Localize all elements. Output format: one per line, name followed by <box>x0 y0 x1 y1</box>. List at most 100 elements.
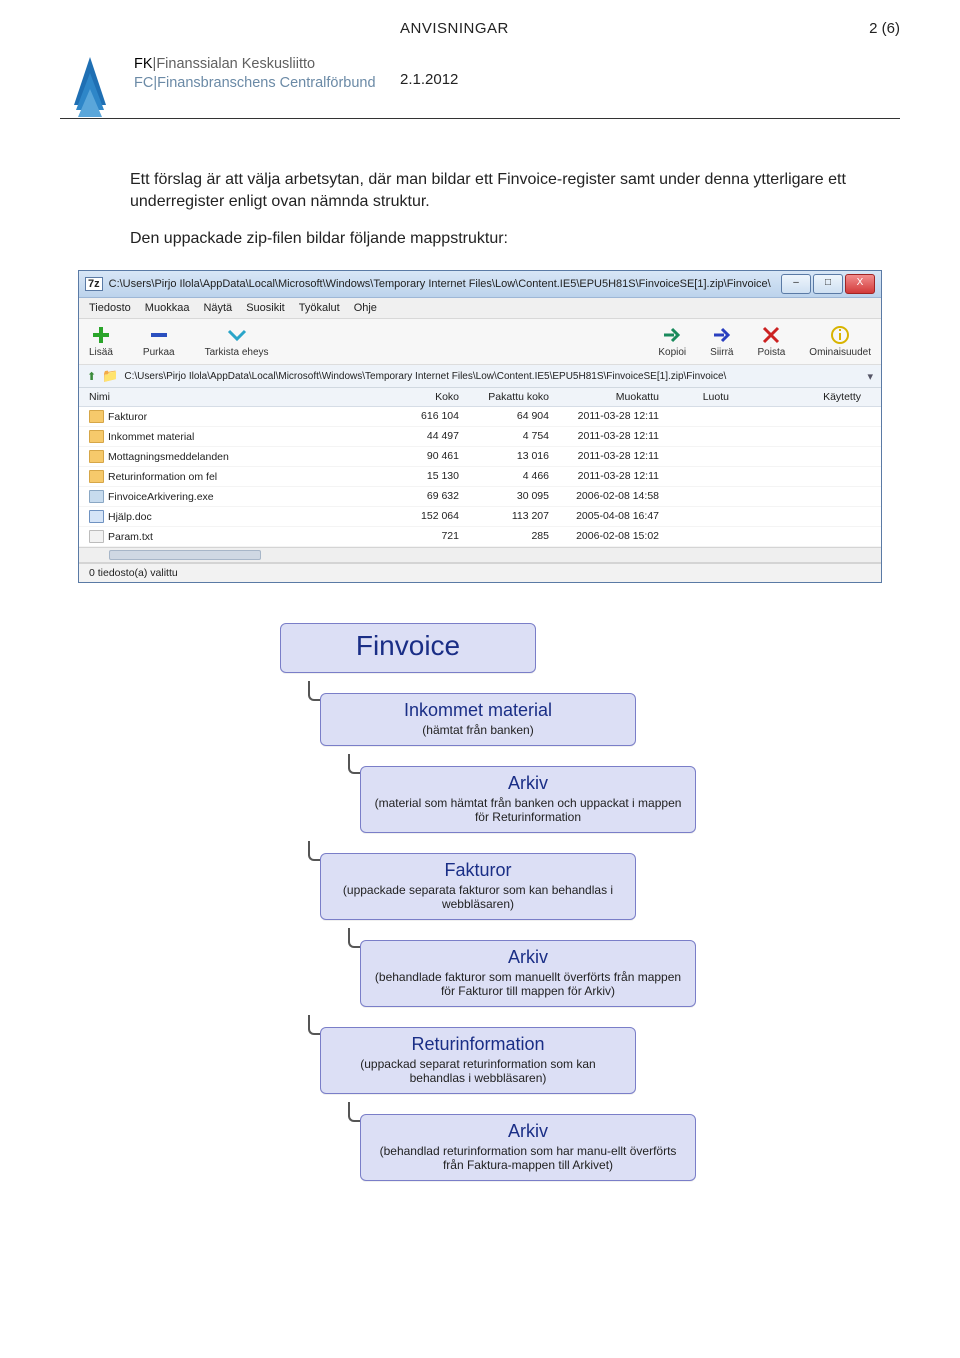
diagram-inkommet: Inkommet material (hämtat från banken) <box>320 693 636 746</box>
diagram-root: Finvoice <box>280 623 536 673</box>
menu-edit[interactable]: Muokkaa <box>145 302 190 314</box>
file-created <box>669 470 739 483</box>
logo-fk-text: Finanssialan Keskusliitto <box>156 56 315 72</box>
file-modified: 2006-02-08 14:58 <box>559 490 669 503</box>
col-modified[interactable]: Muokattu <box>559 391 669 403</box>
doc-header-title: ANVISNINGAR <box>400 20 509 37</box>
window-titlebar[interactable]: 7z C:\Users\Pirjo Ilola\AppData\Local\Mi… <box>79 271 881 298</box>
delete-button[interactable]: Poista <box>758 325 786 358</box>
test-button[interactable]: Tarkista eheys <box>205 325 269 358</box>
diagram-fakturor-arkiv: Arkiv (behandlade fakturor som manuellt … <box>360 940 696 1007</box>
address-bar[interactable]: ⬆ 📁 C:\Users\Pirjo Ilola\AppData\Local\M… <box>79 365 881 388</box>
col-accessed[interactable]: Käytetty <box>739 391 871 403</box>
file-packed-size: 4 754 <box>469 430 559 443</box>
menu-favorites[interactable]: Suosikit <box>246 302 285 314</box>
app-icon: 7z <box>85 277 103 291</box>
file-created <box>669 430 739 443</box>
diagram-node-title: Arkiv <box>373 1121 683 1142</box>
file-accessed <box>739 430 871 443</box>
file-packed-size: 13 016 <box>469 450 559 463</box>
diagram-node-sub: (material som hämtat från banken och upp… <box>373 796 683 824</box>
file-row[interactable]: Inkommet material44 4974 7542011-03-28 1… <box>79 427 881 447</box>
file-packed-size: 113 207 <box>469 510 559 523</box>
file-row[interactable]: Param.txt7212852006-02-08 15:02 <box>79 527 881 547</box>
menu-file[interactable]: Tiedosto <box>89 302 131 314</box>
diagram-root-title: Finvoice <box>293 630 523 662</box>
tool-label: Lisää <box>89 347 113 358</box>
test-icon <box>227 325 247 345</box>
copy-button[interactable]: Kopioi <box>658 325 686 358</box>
file-row[interactable]: Fakturor616 10464 9042011-03-28 12:11 <box>79 407 881 427</box>
file-name: Mottagningsmeddelanden <box>108 451 239 463</box>
tool-label: Siirrä <box>710 347 733 358</box>
address-text: C:\Users\Pirjo Ilola\AppData\Local\Micro… <box>124 371 861 382</box>
file-modified: 2005-04-08 16:47 <box>559 510 669 523</box>
col-name[interactable]: Nimi <box>89 391 389 403</box>
file-packed-size: 30 095 <box>469 490 559 503</box>
file-packed-size: 64 904 <box>469 410 559 423</box>
header-divider <box>60 118 900 119</box>
file-accessed <box>739 530 871 543</box>
file-created <box>669 450 739 463</box>
exe-icon <box>89 490 104 503</box>
file-created <box>669 510 739 523</box>
doc-icon <box>89 510 104 523</box>
window-minimize-button[interactable]: – <box>781 274 811 294</box>
file-accessed <box>739 510 871 523</box>
dropdown-icon[interactable]: ▾ <box>867 370 873 383</box>
diagram-node-sub: (behandlad returinformation som har manu… <box>373 1144 683 1172</box>
org-logo-block: FK|Finanssialan Keskusliitto FC|Finansbr… <box>60 55 900 133</box>
file-modified: 2006-02-08 15:02 <box>559 530 669 543</box>
diagram-node-title: Inkommet material <box>333 700 623 721</box>
file-accessed <box>739 450 871 463</box>
file-accessed <box>739 470 871 483</box>
window-maximize-button[interactable]: □ <box>813 274 843 294</box>
delete-icon <box>761 325 781 345</box>
status-bar: 0 tiedosto(a) valittu <box>79 563 881 582</box>
column-headers[interactable]: Nimi Koko Pakattu koko Muokattu Luotu Kä… <box>79 388 881 407</box>
diagram-node-sub: (behandlade fakturor som manuellt överfö… <box>373 970 683 998</box>
window-title-path: C:\Users\Pirjo Ilola\AppData\Local\Micro… <box>109 278 775 290</box>
window-close-button[interactable]: X <box>845 274 875 294</box>
file-row[interactable]: Returinformation om fel15 1304 4662011-0… <box>79 467 881 487</box>
tool-label: Tarkista eheys <box>205 347 269 358</box>
col-packed[interactable]: Pakattu koko <box>469 391 559 403</box>
file-size: 721 <box>389 530 469 543</box>
diagram-node-title: Returinformation <box>333 1034 623 1055</box>
file-created <box>669 490 739 503</box>
up-icon[interactable]: ⬆ <box>87 370 96 383</box>
file-row[interactable]: FinvoiceArkivering.exe69 63230 0952006-0… <box>79 487 881 507</box>
copy-icon <box>662 325 682 345</box>
file-created <box>669 410 739 423</box>
extract-button[interactable]: Purkaa <box>143 325 175 358</box>
file-name: Inkommet material <box>108 431 204 443</box>
menu-tools[interactable]: Työkalut <box>299 302 340 314</box>
file-explorer-window: 7z C:\Users\Pirjo Ilola\AppData\Local\Mi… <box>78 270 882 583</box>
add-icon <box>91 325 111 345</box>
scrollbar-thumb[interactable] <box>109 550 261 560</box>
horizontal-scrollbar[interactable] <box>79 547 881 563</box>
move-button[interactable]: Siirrä <box>710 325 733 358</box>
menu-view[interactable]: Näytä <box>203 302 232 314</box>
file-row[interactable]: Mottagningsmeddelanden90 46113 0162011-0… <box>79 447 881 467</box>
logo-fc-prefix: FC <box>134 75 153 91</box>
folder-icon <box>89 450 104 463</box>
diagram-node-title: Fakturor <box>333 860 623 881</box>
logo-fc-text: Finansbranschens Centralförbund <box>157 75 375 91</box>
file-size: 90 461 <box>389 450 469 463</box>
col-size[interactable]: Koko <box>389 391 469 403</box>
folder-icon <box>89 430 104 443</box>
folder-structure-diagram: Finvoice Inkommet material (hämtat från … <box>280 623 760 1181</box>
file-row[interactable]: Hjälp.doc152 064113 2072005-04-08 16:47 <box>79 507 881 527</box>
file-packed-size: 285 <box>469 530 559 543</box>
menu-help[interactable]: Ohje <box>354 302 377 314</box>
doc-page-number: 2 (6) <box>869 20 900 37</box>
move-icon <box>712 325 732 345</box>
diagram-returinformation-arkiv: Arkiv (behandlad returinformation som ha… <box>360 1114 696 1181</box>
col-created[interactable]: Luotu <box>669 391 739 403</box>
diagram-node-sub: (uppackad separat returinformation som k… <box>333 1057 623 1085</box>
diagram-node-sub: (hämtat från banken) <box>333 723 623 737</box>
properties-button[interactable]: Ominaisuudet <box>809 325 871 358</box>
menu-bar: Tiedosto Muokkaa Näytä Suosikit Työkalut… <box>79 298 881 319</box>
add-button[interactable]: Lisää <box>89 325 113 358</box>
